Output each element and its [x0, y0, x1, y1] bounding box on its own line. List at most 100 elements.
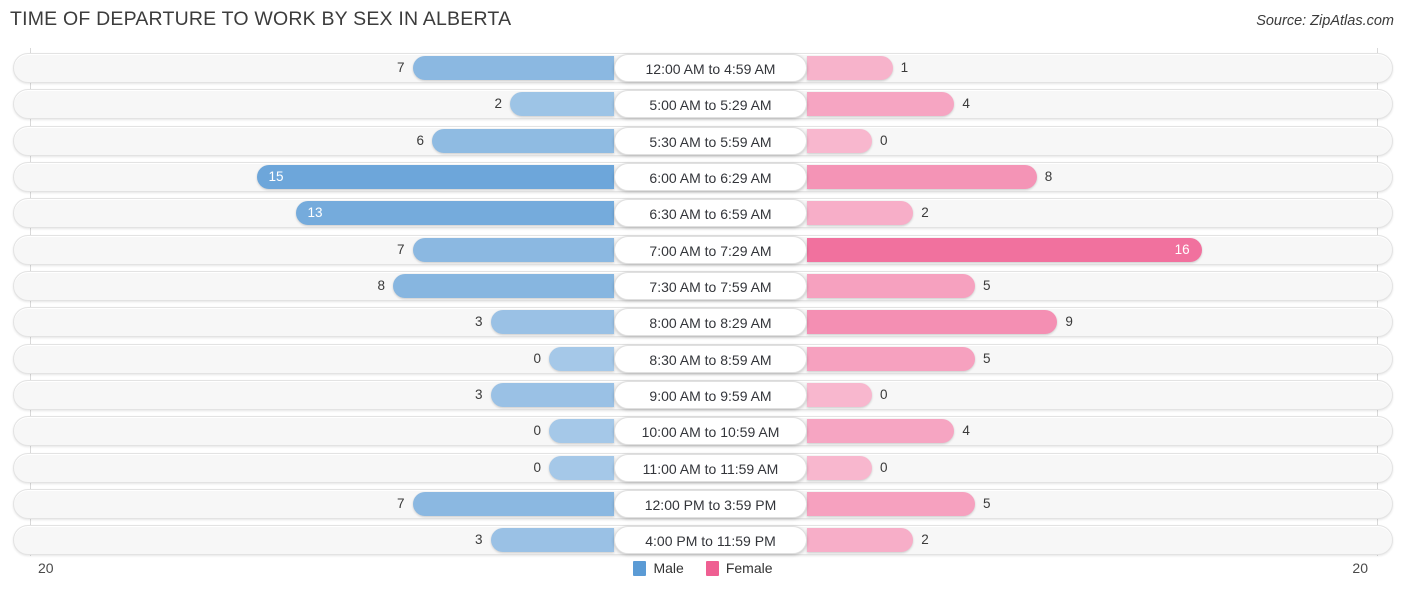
bar-female[interactable]	[807, 201, 914, 226]
bar-value-female: 2	[921, 532, 929, 548]
bar-female[interactable]	[807, 310, 1058, 335]
bar-male[interactable]	[256, 164, 614, 189]
bar-male[interactable]	[393, 273, 614, 298]
row-bars: 3 9 8:00 AM to 8:29 AM	[14, 308, 1394, 337]
page-title: TIME OF DEPARTURE TO WORK BY SEX IN ALBE…	[10, 8, 512, 30]
bar-value-female: 8	[1044, 168, 1053, 184]
category-label: 5:00 AM to 5:29 AM	[614, 90, 807, 119]
chart-root: TIME OF DEPARTURE TO WORK BY SEX IN ALBE…	[0, 0, 1406, 594]
row-bars: 7 16 7:00 AM to 7:29 AM	[14, 235, 1394, 264]
legend-label: Female	[725, 560, 773, 576]
bar-value-male: 13	[307, 205, 323, 221]
bar-value-female: 9	[1065, 314, 1073, 330]
bar-value-male: 2	[494, 96, 502, 112]
bar-value-male: 0	[533, 459, 541, 475]
category-label: 12:00 AM to 4:59 AM	[614, 54, 807, 82]
legend-item-female[interactable]: Female	[705, 560, 773, 576]
bar-value-male: 7	[396, 60, 405, 75]
bar-male[interactable]	[412, 56, 614, 80]
bar-female[interactable]	[807, 419, 955, 444]
chart-legend: Male Female	[0, 560, 1406, 576]
bar-male[interactable]	[549, 346, 614, 371]
bar-value-male: 7	[396, 241, 405, 257]
bar-value-female: 16	[1174, 241, 1190, 257]
table-row[interactable]: 0 5 8:30 AM to 8:59 AM	[13, 343, 1394, 374]
bar-female[interactable]	[807, 491, 975, 516]
bar-value-female: 1	[900, 60, 909, 75]
category-label: 5:30 AM to 5:59 AM	[614, 126, 807, 155]
table-row[interactable]: 7 1 12:00 AM to 4:59 AM	[13, 53, 1393, 83]
table-row[interactable]: 3 9 8:00 AM to 8:29 AM	[13, 307, 1394, 338]
table-row[interactable]: 6 0 5:30 AM to 5:59 AM	[13, 125, 1394, 156]
category-label: 6:00 AM to 6:29 AM	[614, 162, 807, 191]
table-row[interactable]: 7 16 7:00 AM to 7:29 AM	[13, 234, 1394, 265]
bar-value-male: 3	[474, 386, 483, 402]
row-bars: 3 0 9:00 AM to 9:59 AM	[14, 380, 1394, 409]
category-label: 11:00 AM to 11:59 AM	[614, 453, 807, 482]
bar-female[interactable]	[807, 128, 872, 153]
bar-value-male: 7	[396, 495, 405, 511]
legend-swatch-icon	[705, 560, 719, 576]
category-label: 6:30 AM to 6:59 AM	[614, 199, 807, 228]
table-row[interactable]: 15 8 6:00 AM to 6:29 AM	[13, 161, 1394, 192]
bar-value-male: 0	[533, 423, 541, 439]
bar-value-male: 15	[268, 168, 284, 184]
legend-swatch-icon	[633, 560, 647, 576]
bar-male[interactable]	[549, 419, 614, 444]
bar-male[interactable]	[412, 237, 614, 262]
category-label: 12:00 PM to 3:59 PM	[614, 489, 807, 518]
row-bars: 6 0 5:30 AM to 5:59 AM	[14, 126, 1394, 155]
bar-female[interactable]	[807, 346, 975, 371]
bar-male[interactable]	[490, 528, 614, 553]
row-bars: 13 2 6:30 AM to 6:59 AM	[14, 199, 1394, 228]
bar-male[interactable]	[510, 92, 614, 117]
bar-female[interactable]	[807, 273, 975, 298]
bar-value-male: 0	[533, 350, 541, 366]
table-row[interactable]: 13 2 6:30 AM to 6:59 AM	[13, 198, 1394, 229]
row-bars: 3 2 4:00 PM to 11:59 PM	[14, 526, 1394, 555]
table-row[interactable]: 3 2 4:00 PM to 11:59 PM	[13, 525, 1394, 556]
row-bars: 7 5 12:00 PM to 3:59 PM	[14, 489, 1394, 518]
bar-male[interactable]	[412, 491, 614, 516]
table-row[interactable]: 0 0 11:00 AM to 11:59 AM	[13, 452, 1394, 483]
row-bars: 0 5 8:30 AM to 8:59 AM	[14, 344, 1394, 373]
plot-area: 7 1 12:00 AM to 4:59 AM 2 4 5:00 AM to 5:29 A…	[0, 48, 1406, 556]
row-bars: 0 4 10:00 AM to 10:59 AM	[14, 417, 1394, 446]
bar-female[interactable]	[807, 164, 1037, 189]
row-bars: 0 0 11:00 AM to 11:59 AM	[14, 453, 1394, 482]
category-label: 8:30 AM to 8:59 AM	[614, 344, 807, 373]
bar-male[interactable]	[490, 310, 614, 335]
table-row[interactable]: 0 4 10:00 AM to 10:59 AM	[13, 416, 1394, 447]
table-row[interactable]: 7 5 12:00 PM to 3:59 PM	[13, 488, 1394, 519]
legend-item-male[interactable]: Male	[633, 560, 684, 576]
bar-female[interactable]	[807, 382, 872, 407]
bar-value-female: 5	[983, 495, 991, 511]
bar-value-female: 4	[962, 96, 970, 112]
bar-male[interactable]	[549, 455, 614, 480]
category-label: 4:00 PM to 11:59 PM	[614, 526, 807, 555]
table-row[interactable]: 8 5 7:30 AM to 7:59 AM	[13, 270, 1394, 301]
bar-value-female: 2	[921, 205, 929, 221]
row-bars: 2 4 5:00 AM to 5:29 AM	[14, 90, 1394, 119]
bar-value-female: 0	[880, 459, 888, 475]
row-bars: 8 5 7:30 AM to 7:59 AM	[14, 271, 1394, 300]
source-attribution: Source: ZipAtlas.com	[1256, 13, 1394, 29]
bar-female[interactable]	[807, 455, 872, 480]
bar-value-male: 6	[416, 132, 424, 148]
bar-female[interactable]	[807, 92, 955, 117]
bar-female[interactable]	[807, 237, 1202, 262]
bar-value-female: 0	[880, 132, 888, 148]
row-bars: 15 8 6:00 AM to 6:29 AM	[14, 162, 1394, 191]
bar-value-female: 5	[983, 277, 991, 293]
bar-male[interactable]	[432, 128, 614, 153]
bar-male[interactable]	[490, 382, 614, 407]
bar-value-female: 4	[962, 423, 970, 439]
legend-label: Male	[653, 560, 684, 576]
category-label: 7:30 AM to 7:59 AM	[614, 271, 807, 300]
bar-female[interactable]	[807, 56, 893, 80]
table-row[interactable]: 3 0 9:00 AM to 9:59 AM	[13, 379, 1394, 410]
bar-female[interactable]	[807, 528, 914, 553]
chart-footer: 20 20 Male Female	[0, 556, 1406, 594]
bar-value-male: 3	[474, 314, 483, 330]
table-row[interactable]: 2 4 5:00 AM to 5:29 AM	[13, 89, 1394, 120]
